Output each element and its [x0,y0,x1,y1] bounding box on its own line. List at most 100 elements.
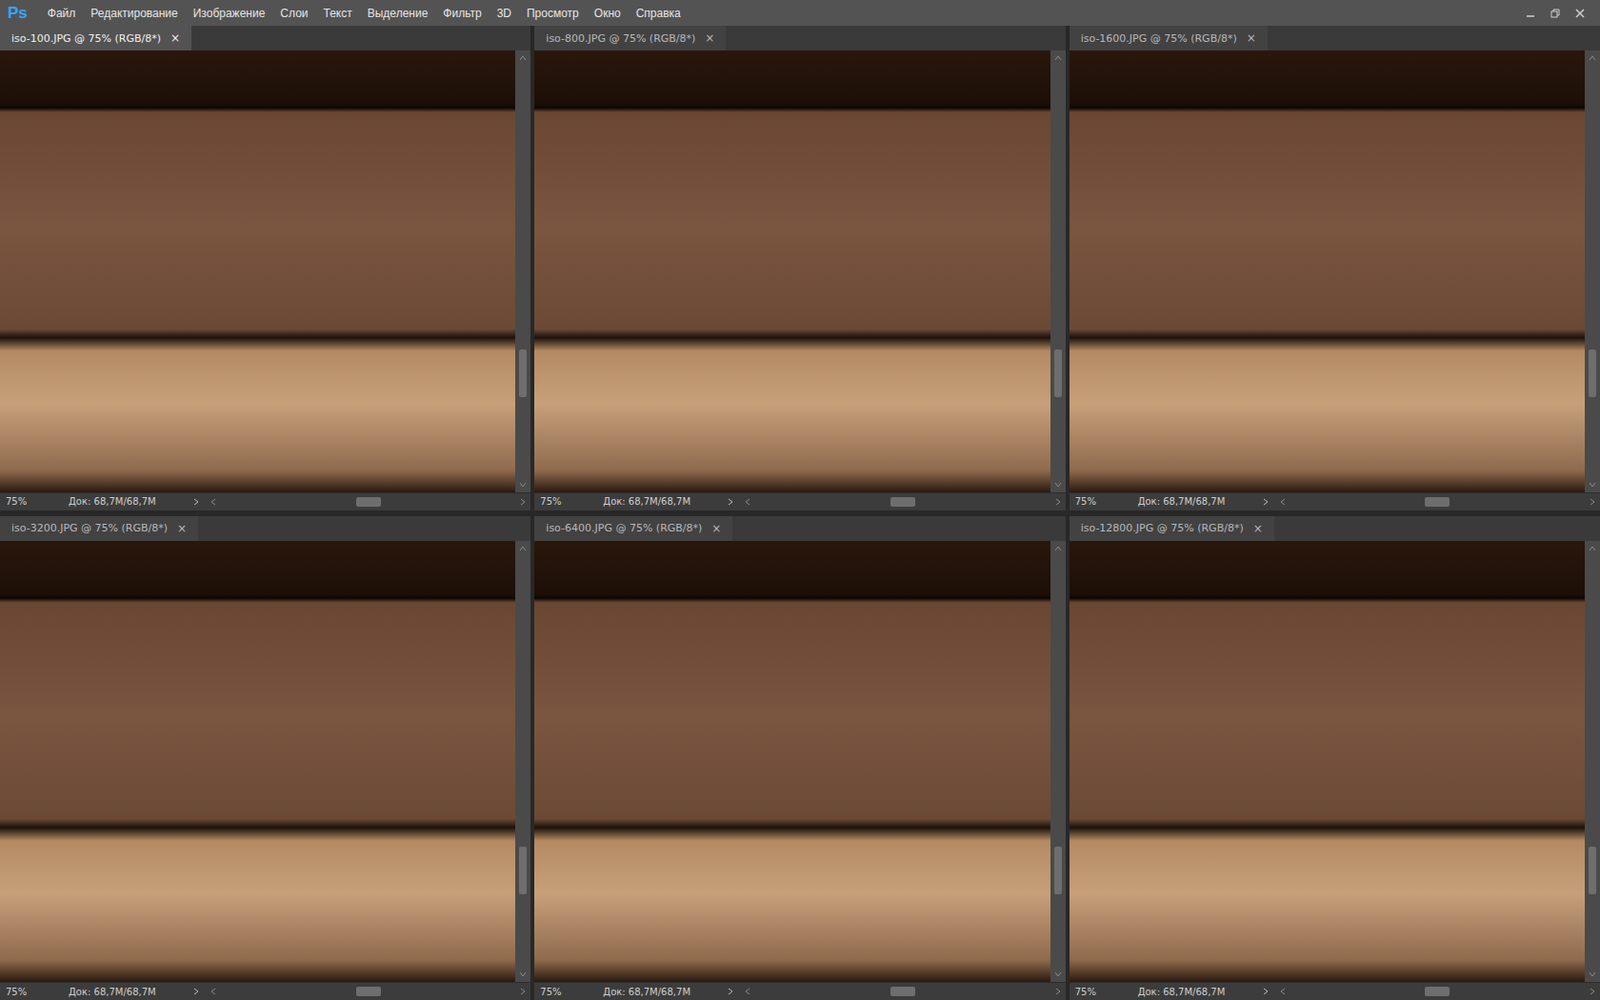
minimize-icon[interactable] [1523,6,1538,20]
menu-item[interactable]: Файл [40,3,83,23]
zoom-field[interactable]: 75% [1075,496,1129,507]
scroll-thumb[interactable] [1588,349,1597,398]
scroll-right-icon[interactable] [519,497,527,507]
horizontal-scrollbar[interactable] [209,497,527,507]
horizontal-scrollbar[interactable] [1279,497,1597,507]
scroll-right-icon[interactable] [1588,986,1597,997]
info-menu-icon[interactable] [726,986,735,997]
scroll-thumb[interactable] [519,846,527,895]
scroll-right-icon[interactable] [1588,497,1597,507]
document-tab[interactable]: iso-800.JPG @ 75% (RGB/8*)× [534,25,726,51]
scroll-thumb[interactable] [1424,497,1450,507]
document-tab[interactable]: iso-1600.JPG @ 75% (RGB/8*)× [1069,25,1268,51]
scroll-left-icon[interactable] [1279,497,1287,507]
scroll-up-icon[interactable] [518,544,528,553]
zoom-field[interactable]: 75% [540,986,594,998]
canvas-area [0,50,531,493]
menu-item[interactable]: Справка [629,3,688,23]
tab-bar: iso-100.JPG @ 75% (RGB/8*)× [0,25,531,51]
scroll-thumb[interactable] [356,497,381,507]
tab-close-button[interactable]: × [170,31,180,45]
tab-close-button[interactable]: × [704,31,715,45]
info-menu-icon[interactable] [726,497,735,507]
scroll-left-icon[interactable] [1279,986,1287,997]
document-tab[interactable]: iso-3200.JPG @ 75% (RGB/8*)× [0,516,199,541]
restore-icon[interactable] [1548,6,1562,20]
scroll-right-icon[interactable] [519,986,527,997]
tab-bar: iso-12800.JPG @ 75% (RGB/8*)× [1069,516,1600,541]
scroll-up-icon[interactable] [1587,54,1598,62]
scroll-up-icon[interactable] [1053,544,1063,553]
horizontal-scrollbar[interactable] [743,497,1061,507]
zoom-field[interactable]: 75% [540,496,594,507]
scroll-up-icon[interactable] [518,54,528,62]
app-logo: Ps [5,3,40,23]
scroll-thumb[interactable] [1054,349,1062,398]
status-bar: 75%Док: 68,7M/68,7M [1069,981,1600,1000]
horizontal-scrollbar[interactable] [209,986,527,997]
vertical-scrollbar[interactable] [1584,50,1600,493]
document-grid: iso-100.JPG @ 75% (RGB/8*)× 75%Док: 68,7M… [0,25,1600,1000]
scroll-right-icon[interactable] [1054,497,1062,507]
tab-close-button[interactable]: × [1246,31,1257,45]
canvas-area [1069,50,1600,493]
info-menu-icon[interactable] [1261,986,1270,997]
info-menu-icon[interactable] [1261,497,1270,507]
scroll-up-icon[interactable] [1587,544,1598,553]
menu-item[interactable]: Выделение [360,3,436,23]
tab-close-button[interactable]: × [1253,521,1263,536]
info-menu-icon[interactable] [192,497,200,507]
close-icon[interactable] [1573,6,1587,20]
scroll-down-icon[interactable] [518,970,528,979]
scroll-thumb[interactable] [1054,846,1062,895]
scroll-down-icon[interactable] [1053,970,1063,979]
document-window: iso-100.JPG @ 75% (RGB/8*)×75%Док: 68,7M… [0,25,531,511]
zoom-field[interactable]: 75% [5,986,60,998]
scroll-thumb[interactable] [890,986,916,997]
menu-item[interactable]: Редактирование [83,3,184,23]
tab-close-button[interactable]: × [711,521,721,536]
scroll-left-icon[interactable] [209,986,218,997]
vertical-scrollbar[interactable] [1584,540,1600,983]
scroll-up-icon[interactable] [1053,54,1063,62]
scroll-down-icon[interactable] [1587,480,1598,489]
tab-bar: iso-800.JPG @ 75% (RGB/8*)× [534,25,1065,51]
scroll-thumb[interactable] [890,497,916,507]
scroll-thumb[interactable] [1588,846,1597,895]
photoshop-window: PsФайлРедактированиеИзображениеСлоиТекст… [0,0,1600,1000]
scroll-down-icon[interactable] [1053,480,1063,489]
menu-item[interactable]: 3D [490,3,519,23]
tab-close-button[interactable]: × [177,521,187,536]
document-tab[interactable]: iso-6400.JPG @ 75% (RGB/8*)× [534,516,733,541]
scroll-down-icon[interactable] [518,480,528,489]
window-controls [1523,6,1595,20]
menu-item[interactable]: Слои [273,3,315,23]
vertical-scrollbar[interactable] [1050,50,1066,493]
menu-item[interactable]: Изображение [186,3,273,23]
scroll-down-icon[interactable] [1587,970,1598,979]
canvas-area [534,50,1065,493]
scroll-thumb[interactable] [356,986,381,997]
document-window: iso-12800.JPG @ 75% (RGB/8*)× 75%Док: 68,… [1069,516,1600,1000]
document-tab[interactable]: iso-12800.JPG @ 75% (RGB/8*)× [1069,516,1275,541]
scroll-left-icon[interactable] [743,497,752,507]
horizontal-scrollbar[interactable] [743,986,1061,997]
vertical-scrollbar[interactable] [515,50,531,493]
zoom-field[interactable]: 75% [5,496,60,507]
menu-item[interactable]: Окно [587,3,628,23]
vertical-scrollbar[interactable] [515,540,531,983]
scroll-left-icon[interactable] [209,497,218,507]
scroll-left-icon[interactable] [743,986,752,997]
scroll-right-icon[interactable] [1054,986,1062,997]
document-tab[interactable]: iso-100.JPG @ 75% (RGB/8*)× [0,25,192,51]
zoom-field[interactable]: 75% [1075,986,1129,998]
vertical-scrollbar[interactable] [1050,540,1066,983]
status-bar: 75%Док: 68,7M/68,7M [534,981,1065,1000]
menu-item[interactable]: Просмотр [520,3,586,23]
scroll-thumb[interactable] [1424,986,1450,997]
info-menu-icon[interactable] [192,986,200,997]
menu-item[interactable]: Текст [317,3,360,23]
scroll-thumb[interactable] [519,349,527,398]
horizontal-scrollbar[interactable] [1279,986,1597,997]
menu-item[interactable]: Фильтр [436,3,488,23]
